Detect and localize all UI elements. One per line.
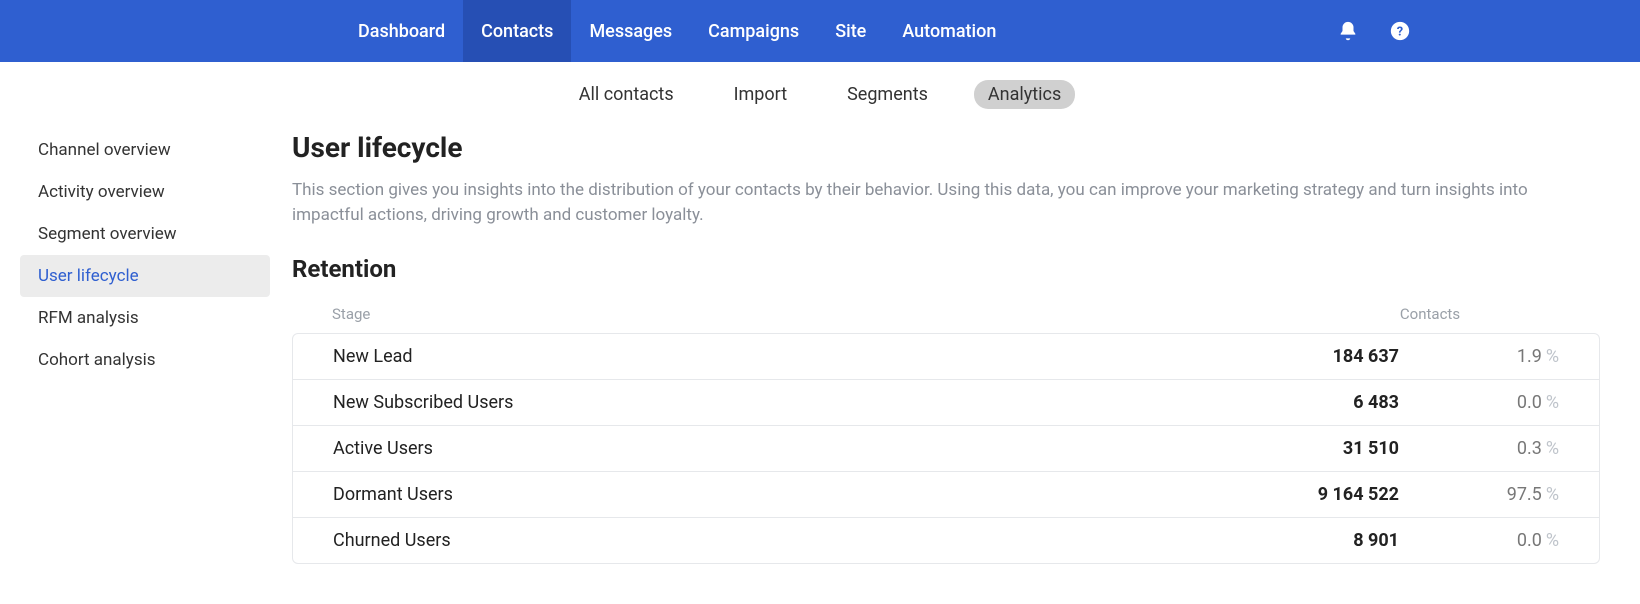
pct-value: 0.3	[1517, 438, 1542, 459]
topnav: Dashboard Contacts Messages Campaigns Si…	[0, 0, 1640, 62]
nav-tab-campaigns[interactable]: Campaigns	[690, 0, 817, 62]
page-title: User lifecycle	[292, 131, 1600, 164]
th-contacts: Contacts	[1300, 305, 1560, 323]
table-row[interactable]: Dormant Users 9 164 522 97.5%	[293, 471, 1599, 517]
th-stage: Stage	[332, 305, 1300, 323]
td-stage: Churned Users	[333, 530, 1239, 551]
svg-text:?: ?	[1397, 25, 1403, 40]
topnav-right: ?	[1336, 19, 1600, 43]
td-stage: Dormant Users	[333, 484, 1239, 505]
subnav-import[interactable]: Import	[720, 80, 801, 109]
table-row[interactable]: New Lead 184 637 1.9%	[293, 334, 1599, 379]
td-stage: Active Users	[333, 438, 1239, 459]
topnav-tabs: Dashboard Contacts Messages Campaigns Si…	[340, 0, 1014, 62]
table-row[interactable]: Churned Users 8 901 0.0%	[293, 517, 1599, 563]
sidebar-item-cohort-analysis[interactable]: Cohort analysis	[20, 339, 270, 381]
account-menu[interactable]	[1440, 19, 1600, 43]
nav-tab-automation[interactable]: Automation	[884, 0, 1014, 62]
subnav-analytics[interactable]: Analytics	[974, 80, 1075, 109]
page-description: This section gives you insights into the…	[292, 178, 1542, 227]
section-title-retention: Retention	[292, 255, 1600, 283]
td-pct: 97.5%	[1399, 484, 1559, 505]
pct-sign: %	[1546, 346, 1559, 367]
bell-icon[interactable]	[1336, 19, 1360, 43]
td-count: 6 483	[1239, 392, 1399, 413]
pct-value: 0.0	[1517, 392, 1542, 413]
td-pct: 0.0%	[1399, 392, 1559, 413]
td-pct: 1.9%	[1399, 346, 1559, 367]
table-body: New Lead 184 637 1.9% New Subscribed Use…	[292, 333, 1600, 564]
subnav-all-contacts[interactable]: All contacts	[565, 80, 688, 109]
help-icon[interactable]: ?	[1388, 19, 1412, 43]
td-count: 8 901	[1239, 530, 1399, 551]
sidebar: Channel overview Activity overview Segme…	[20, 129, 270, 564]
td-count: 184 637	[1239, 346, 1399, 367]
table-row[interactable]: New Subscribed Users 6 483 0.0%	[293, 379, 1599, 425]
subnav-segments[interactable]: Segments	[833, 80, 942, 109]
content: Channel overview Activity overview Segme…	[0, 119, 1640, 604]
main: User lifecycle This section gives you in…	[270, 129, 1600, 564]
td-pct: 0.3%	[1399, 438, 1559, 459]
nav-tab-messages[interactable]: Messages	[571, 0, 690, 62]
td-stage: New Subscribed Users	[333, 392, 1239, 413]
pct-sign: %	[1546, 438, 1559, 459]
sidebar-item-activity-overview[interactable]: Activity overview	[20, 171, 270, 213]
table-headers: Stage Contacts	[292, 305, 1600, 333]
subnav: All contacts Import Segments Analytics	[0, 62, 1640, 119]
td-stage: New Lead	[333, 346, 1239, 367]
table-row[interactable]: Active Users 31 510 0.3%	[293, 425, 1599, 471]
nav-tab-contacts[interactable]: Contacts	[463, 0, 571, 62]
pct-value: 97.5	[1507, 484, 1542, 505]
td-pct: 0.0%	[1399, 530, 1559, 551]
pct-sign: %	[1546, 530, 1559, 551]
pct-sign: %	[1546, 484, 1559, 505]
td-count: 31 510	[1239, 438, 1399, 459]
pct-value: 0.0	[1517, 530, 1542, 551]
pct-value: 1.9	[1517, 346, 1542, 367]
td-count: 9 164 522	[1239, 484, 1399, 505]
nav-tab-dashboard[interactable]: Dashboard	[340, 0, 463, 62]
nav-tab-site[interactable]: Site	[817, 0, 884, 62]
sidebar-item-segment-overview[interactable]: Segment overview	[20, 213, 270, 255]
sidebar-item-user-lifecycle[interactable]: User lifecycle	[20, 255, 270, 297]
sidebar-item-channel-overview[interactable]: Channel overview	[20, 129, 270, 171]
pct-sign: %	[1546, 392, 1559, 413]
sidebar-item-rfm-analysis[interactable]: RFM analysis	[20, 297, 270, 339]
